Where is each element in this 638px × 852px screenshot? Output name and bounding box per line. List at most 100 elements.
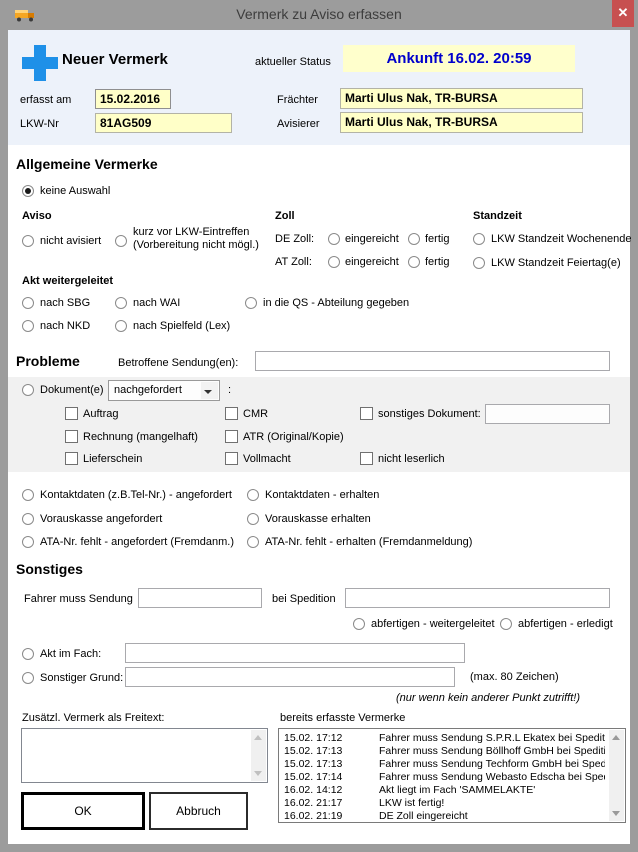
radio-at-zoll-eingereicht[interactable] xyxy=(328,256,340,268)
radio-qs-abteilung[interactable] xyxy=(245,297,257,309)
scroll-down-icon[interactable] xyxy=(254,771,262,776)
dropdown-button[interactable] xyxy=(201,382,218,399)
section-probleme: Probleme xyxy=(16,353,80,369)
radio-vorauskasse-angefordert[interactable] xyxy=(22,513,34,525)
vermerke-scrollbar[interactable] xyxy=(609,730,624,821)
ok-button[interactable]: OK xyxy=(21,792,145,830)
kontaktdaten-angefordert-label: Kontaktdaten (z.B.Tel-Nr.) - angefordert xyxy=(40,489,232,501)
checkbox-atr[interactable] xyxy=(225,430,238,443)
section-allgemeine-vermerke: Allgemeine Vermerke xyxy=(16,156,158,172)
akt-weitergeleitet-heading: Akt weitergeleitet xyxy=(22,275,113,287)
radio-de-zoll-eingereicht[interactable] xyxy=(328,233,340,245)
radio-akt-im-fach[interactable] xyxy=(22,648,34,660)
radio-nach-sbg[interactable] xyxy=(22,297,34,309)
radio-abfertigen-weitergeleitet[interactable] xyxy=(353,618,365,630)
abfertigen-erledigt-label: abfertigen - erledigt xyxy=(518,618,613,630)
checkbox-sonstiges-dokument[interactable] xyxy=(360,407,373,420)
abfertigen-weitergeleitet-label: abfertigen - weitergeleitet xyxy=(371,618,495,630)
vollmacht-label: Vollmacht xyxy=(243,453,291,465)
sonstiger-grund-label: Sonstiger Grund: xyxy=(40,672,123,684)
vermerke-listbox[interactable]: 15.02. 17:12Fahrer muss Sendung S.P.R.L … xyxy=(278,728,626,823)
scroll-up-icon[interactable] xyxy=(612,735,620,740)
sonstiges-dokument-input[interactable] xyxy=(485,404,610,424)
avisierer-field[interactable]: Marti Ulus Nak, TR-BURSA xyxy=(340,112,583,133)
de-zoll-fertig-label: fertig xyxy=(425,233,449,245)
akt-im-fach-input[interactable] xyxy=(125,643,465,663)
radio-standzeit-wochenende[interactable] xyxy=(473,233,485,245)
list-item[interactable]: 15.02. 17:14Fahrer muss Sendung Webasto … xyxy=(279,771,605,784)
betroffene-label: Betroffene Sendung(en): xyxy=(118,357,238,369)
radio-at-zoll-fertig[interactable] xyxy=(408,256,420,268)
radio-kontaktdaten-angefordert[interactable] xyxy=(22,489,34,501)
nach-wai-label: nach WAI xyxy=(133,297,180,309)
list-item[interactable]: 15.02. 17:12Fahrer muss Sendung S.P.R.L … xyxy=(279,732,605,745)
cmr-label: CMR xyxy=(243,408,268,420)
standzeit-feiertag-label: LKW Standzeit Feiertag(e) xyxy=(491,257,621,269)
kurz-vor-label-2: (Vorbereitung nicht mögl.) xyxy=(133,239,259,251)
freitext-textarea[interactable] xyxy=(21,728,268,783)
ata-erhalten-label: ATA-Nr. fehlt - erhalten (Fremdanmeldung… xyxy=(265,536,472,548)
erfasst-am-field[interactable]: 15.02.2016 xyxy=(95,89,171,109)
scroll-down-icon[interactable] xyxy=(612,811,620,816)
sonstiges-dokument-label: sonstiges Dokument: xyxy=(378,408,481,420)
freitext-label: Zusätzl. Vermerk als Freitext: xyxy=(22,712,164,724)
at-zoll-eingereicht-label: eingereicht xyxy=(345,256,399,268)
scroll-up-icon[interactable] xyxy=(254,735,262,740)
fraechter-field[interactable]: Marti Ulus Nak, TR-BURSA xyxy=(340,88,583,109)
akt-im-fach-label: Akt im Fach: xyxy=(40,648,101,660)
radio-kurz-vor-eintreffen[interactable] xyxy=(115,235,127,247)
list-item[interactable]: 16.02. 14:12Akt liegt im Fach 'SAMMELAKT… xyxy=(279,784,605,797)
radio-nach-nkd[interactable] xyxy=(22,320,34,332)
dropdown-value: nachgefordert xyxy=(114,384,182,396)
checkbox-rechnung[interactable] xyxy=(65,430,78,443)
rechnung-label: Rechnung (mangelhaft) xyxy=(83,431,198,443)
dokumente-label: Dokument(e) xyxy=(40,384,104,396)
radio-sonstiger-grund[interactable] xyxy=(22,672,34,684)
radio-nach-wai[interactable] xyxy=(115,297,127,309)
atr-label: ATR (Original/Kopie) xyxy=(243,431,344,443)
radio-nach-spielfeld[interactable] xyxy=(115,320,127,332)
list-item[interactable]: 15.02. 17:13Fahrer muss Sendung Techform… xyxy=(279,758,605,771)
chevron-down-icon xyxy=(204,390,212,394)
ata-angefordert-label: ATA-Nr. fehlt - angefordert (Fremdanm.) xyxy=(40,536,234,548)
radio-keine-auswahl[interactable] xyxy=(22,185,34,197)
radio-nicht-avisiert[interactable] xyxy=(22,235,34,247)
radio-dokumente[interactable] xyxy=(22,384,34,396)
aviso-heading: Aviso xyxy=(22,210,52,222)
checkbox-auftrag[interactable] xyxy=(65,407,78,420)
checkbox-vollmacht[interactable] xyxy=(225,452,238,465)
dokumente-colon: : xyxy=(228,384,231,396)
radio-kontaktdaten-erhalten[interactable] xyxy=(247,489,259,501)
titlebar: Vermerk zu Aviso erfassen ✕ xyxy=(0,0,638,30)
radio-ata-angefordert[interactable] xyxy=(22,536,34,548)
lkw-nr-field[interactable]: 81AG509 xyxy=(95,113,232,133)
checkbox-lieferschein[interactable] xyxy=(65,452,78,465)
de-zoll-label: DE Zoll: xyxy=(275,233,314,245)
fraechter-label: Frächter xyxy=(277,94,318,106)
vermerke-label: bereits erfasste Vermerke xyxy=(280,712,405,724)
radio-vorauskasse-erhalten[interactable] xyxy=(247,513,259,525)
radio-ata-erhalten[interactable] xyxy=(247,536,259,548)
dialog-content: Neuer Vermerk aktueller Status Ankunft 1… xyxy=(8,30,630,844)
lieferschein-label: Lieferschein xyxy=(83,453,142,465)
list-item[interactable]: 15.02. 17:13Fahrer muss Sendung Böllhoff… xyxy=(279,745,605,758)
close-icon[interactable]: ✕ xyxy=(612,0,634,27)
spedition-label: bei Spedition xyxy=(272,593,336,605)
dokumente-dropdown[interactable]: nachgefordert xyxy=(108,380,220,401)
cancel-button[interactable]: Abbruch xyxy=(149,792,248,830)
radio-abfertigen-erledigt[interactable] xyxy=(500,618,512,630)
erfasst-am-label: erfasst am xyxy=(20,94,71,106)
at-zoll-fertig-label: fertig xyxy=(425,256,449,268)
status-label: aktueller Status xyxy=(255,56,331,68)
freitext-scrollbar[interactable] xyxy=(251,730,266,781)
list-item[interactable]: 16.02. 21:17LKW ist fertig! xyxy=(279,797,605,810)
radio-de-zoll-fertig[interactable] xyxy=(408,233,420,245)
list-item[interactable]: 16.02. 21:19DE Zoll eingereicht xyxy=(279,810,605,823)
betroffene-input[interactable] xyxy=(255,351,610,371)
fahrer-input[interactable] xyxy=(138,588,262,608)
spedition-input[interactable] xyxy=(345,588,610,608)
checkbox-cmr[interactable] xyxy=(225,407,238,420)
checkbox-nicht-leserlich[interactable] xyxy=(360,452,373,465)
sonstiger-grund-input[interactable] xyxy=(125,667,455,687)
radio-standzeit-feiertag[interactable] xyxy=(473,257,485,269)
